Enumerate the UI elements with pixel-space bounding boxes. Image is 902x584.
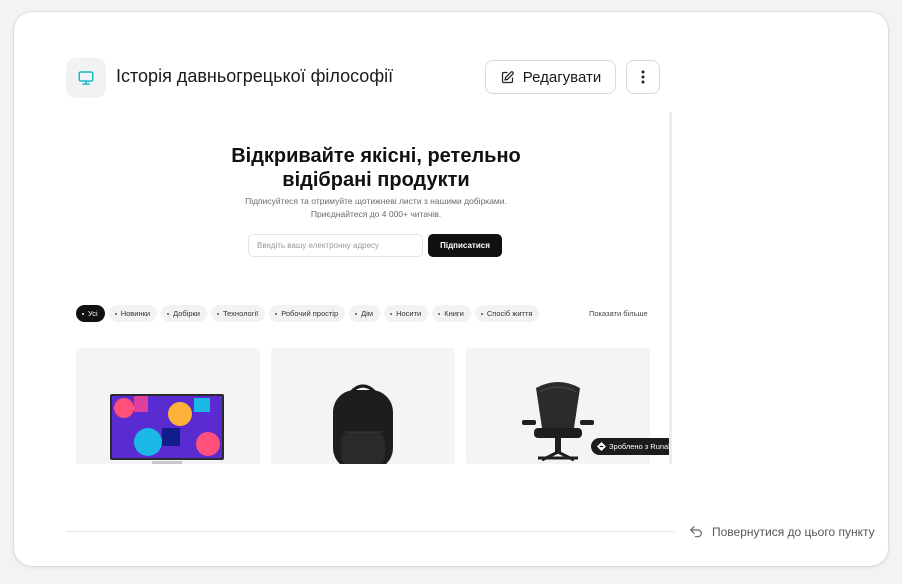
chip-dot: [438, 312, 441, 315]
runable-logo-icon: [597, 442, 606, 451]
chip-dot: [390, 312, 393, 315]
show-more-link[interactable]: Показати більше: [589, 309, 648, 318]
filter-chip-picks[interactable]: Добірки: [161, 305, 208, 322]
chip-dot: [82, 312, 84, 315]
return-to-this-point-button[interactable]: Повернутися до цього пункту: [688, 524, 875, 540]
filter-chip-wear[interactable]: Носити: [384, 305, 429, 322]
hero-subtitle-line-1: Підписуйтеся та отримуйте щотижневі лист…: [245, 196, 507, 206]
filter-chip-home[interactable]: Дім: [349, 305, 381, 322]
chip-dot: [217, 312, 220, 315]
website-preview[interactable]: Відкривайте якісні, ретельно відібрані п…: [76, 112, 672, 464]
backpack-image: [333, 384, 393, 464]
filter-chip-new[interactable]: Новинки: [108, 305, 158, 322]
footer-divider: [66, 531, 674, 532]
chip-dot: [275, 312, 278, 315]
return-label: Повернутися до цього пункту: [712, 525, 875, 539]
monitor-icon-tile: [66, 58, 106, 98]
hero-subtitle: Підписуйтеся та отримуйте щотижневі лист…: [76, 195, 669, 221]
filter-chip-lifestyle[interactable]: Спосіб життя: [474, 305, 540, 322]
more-options-button[interactable]: [626, 60, 660, 94]
hero-title: Відкривайте якісні, ретельно відібрані п…: [231, 145, 521, 191]
chip-dot: [114, 312, 117, 315]
filter-chip-books[interactable]: Книги: [432, 305, 471, 322]
product-card-monitor[interactable]: [76, 348, 260, 464]
filter-chip-all[interactable]: Усі: [76, 305, 105, 322]
filter-chip-tech[interactable]: Технології: [211, 305, 266, 322]
monitor-image: [110, 394, 224, 464]
subscribe-button[interactable]: Підписатися: [428, 234, 502, 257]
badge-label: Зроблено з Runable: [609, 442, 672, 451]
main-card: Історія давньогрецької філософії Редагув…: [14, 12, 888, 566]
monitor-icon: [78, 71, 94, 85]
made-with-runable-badge[interactable]: Зроблено з Runable: [591, 438, 672, 455]
chip-dot: [480, 312, 483, 315]
filter-chip-workspace[interactable]: Робочий простір: [269, 305, 346, 322]
chip-dot: [167, 312, 170, 315]
more-vertical-icon: [641, 70, 645, 84]
chip-dot: [355, 312, 358, 315]
page-title: Історія давньогрецької філософії: [116, 66, 394, 86]
hero-subtitle-line-2: Приєднайтеся до 4 000+ читачів.: [310, 209, 442, 219]
pencil-icon: [501, 70, 514, 83]
edit-button[interactable]: Редагувати: [485, 60, 616, 94]
product-card-backpack[interactable]: [271, 348, 455, 464]
email-input[interactable]: Введіть вашу електронну адресу: [248, 234, 423, 257]
edit-button-label: Редагувати: [522, 68, 602, 86]
category-filters: Усі Новинки Добірки Технології Робочий п…: [76, 305, 540, 322]
undo-arrow-icon: [690, 526, 702, 538]
